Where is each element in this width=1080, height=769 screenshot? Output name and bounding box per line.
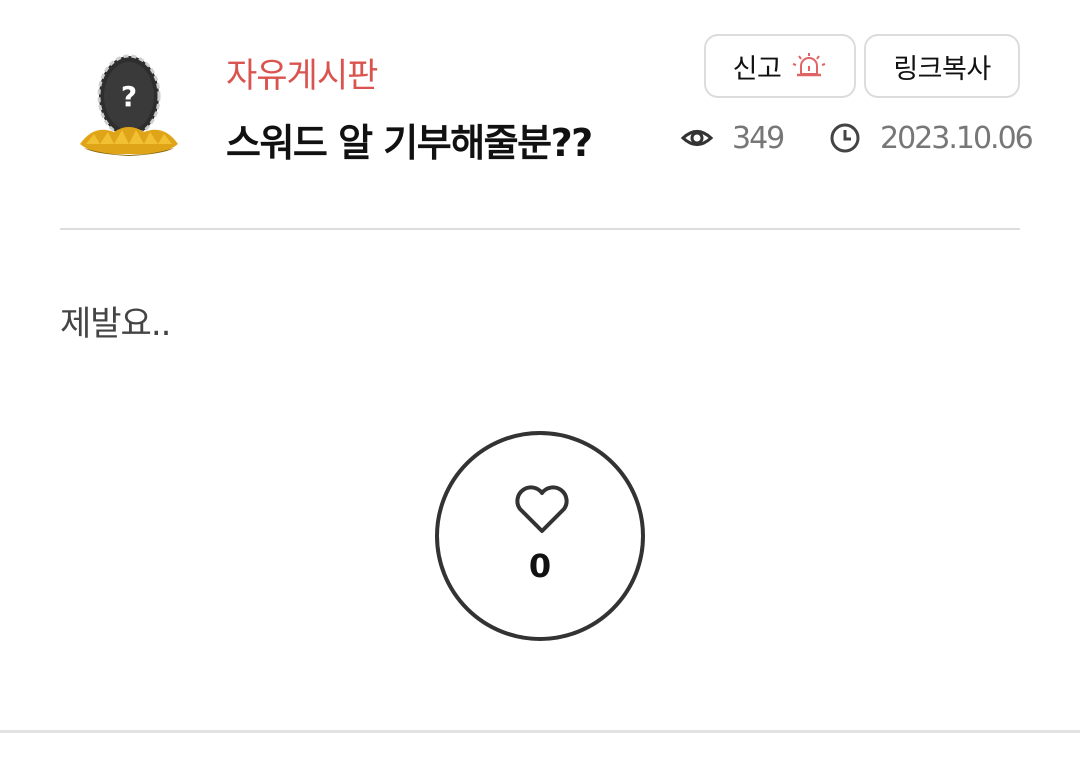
eye-icon xyxy=(680,130,714,146)
post-header: ? 자유게시판 스워드 알 기부해줄분?? 신고 링크복사 349 2023.1… xyxy=(60,30,1034,170)
copy-link-button[interactable]: 링크복사 xyxy=(864,34,1020,98)
report-button-label: 신고 xyxy=(732,53,782,85)
post-date: 2023.10.06 xyxy=(828,118,1034,158)
post-page: ? 자유게시판 스워드 알 기부해줄분?? 신고 링크복사 349 2023.1… xyxy=(0,0,1080,769)
view-count: 349 xyxy=(680,118,785,158)
mystery-egg-icon[interactable]: ? xyxy=(74,44,184,159)
footer-divider xyxy=(0,730,1080,733)
clock-icon xyxy=(830,123,860,153)
post-body: 제발요.. xyxy=(60,304,171,344)
post-date-value: 2023.10.06 xyxy=(880,120,1034,156)
heart-icon xyxy=(515,485,569,533)
report-button[interactable]: 신고 xyxy=(704,34,856,98)
board-name-link[interactable]: 자유게시판 xyxy=(226,48,378,97)
svg-text:?: ? xyxy=(121,80,137,113)
post-title: 스워드 알 기부해줄분?? xyxy=(226,121,593,165)
view-count-value: 349 xyxy=(732,120,785,156)
siren-icon xyxy=(793,53,826,77)
header-divider xyxy=(60,228,1020,230)
like-count: 0 xyxy=(528,547,552,585)
like-button[interactable]: 0 xyxy=(435,431,645,641)
